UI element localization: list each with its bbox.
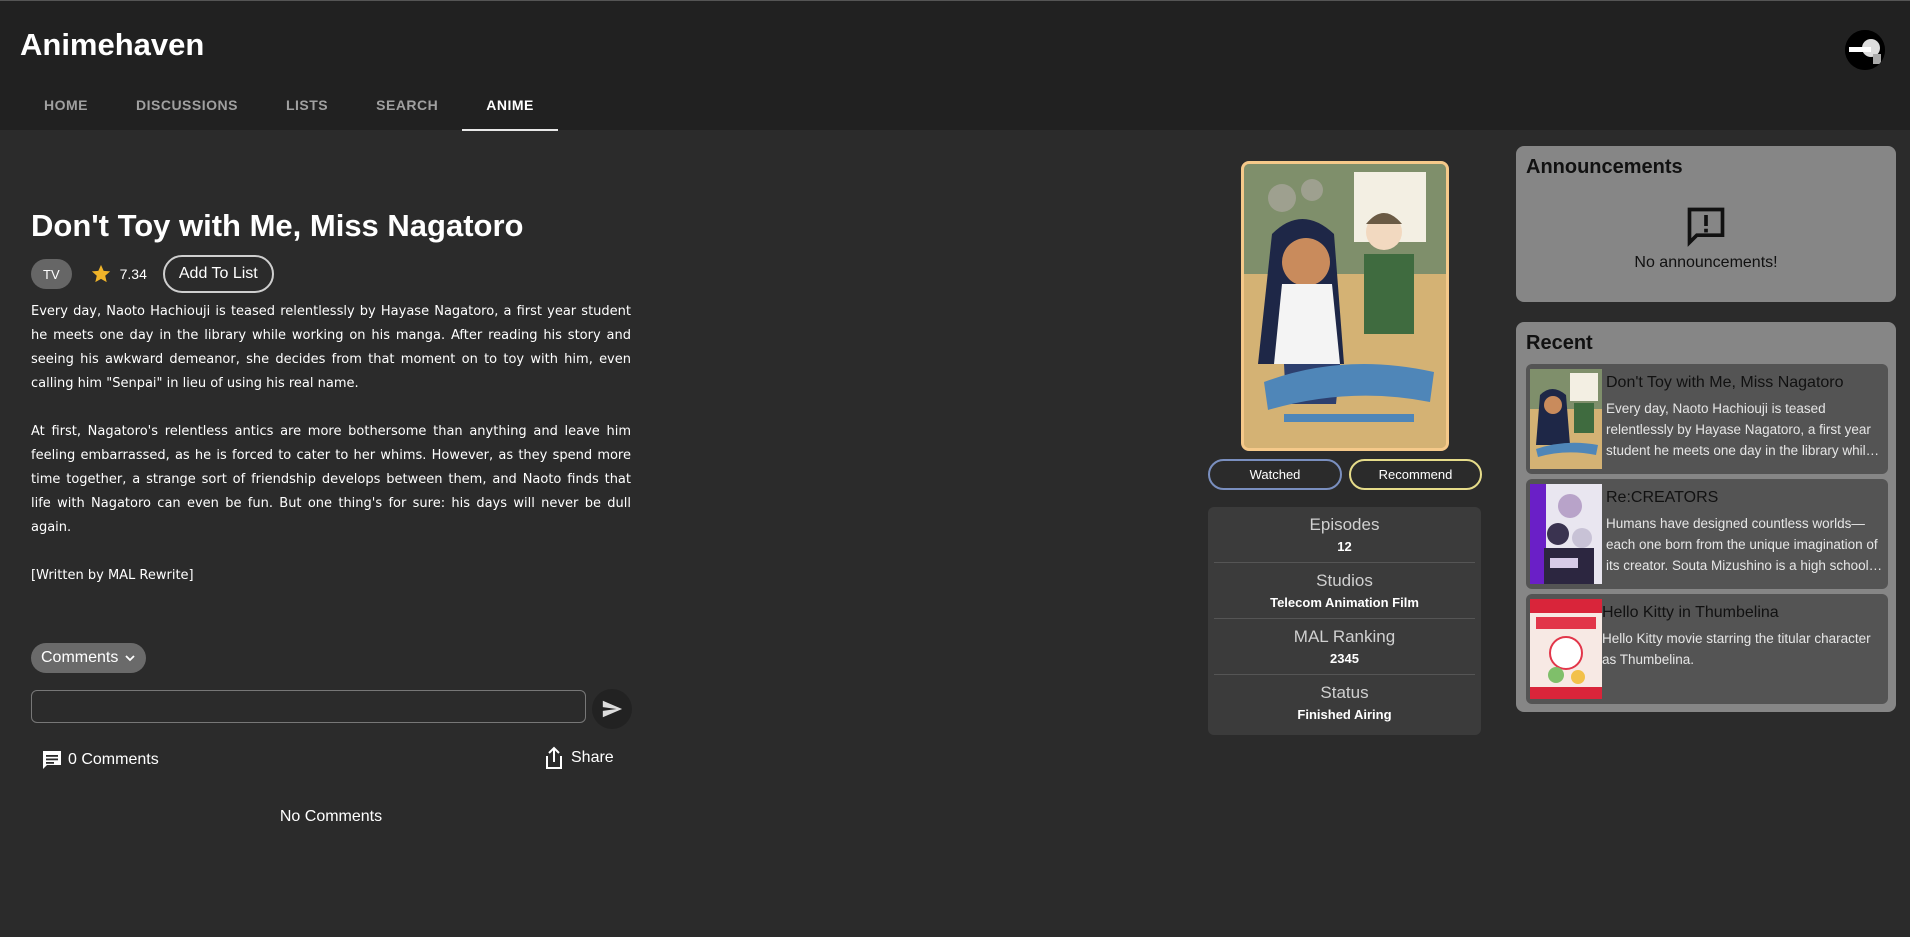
recent-thumbnail: [1530, 369, 1602, 469]
no-comments-text: No Comments: [279, 808, 383, 825]
info-mal-ranking: MAL Ranking 2345: [1214, 619, 1475, 675]
anime-title: Don't Toy with Me, Miss Nagatoro: [31, 208, 524, 243]
add-to-list-button[interactable]: Add To List: [162, 255, 274, 293]
tab-lists[interactable]: LISTS: [262, 85, 352, 131]
comment-count-label: 0 Comments: [68, 751, 159, 768]
share-icon: [546, 746, 562, 769]
info-label: MAL Ranking: [1293, 627, 1396, 646]
anime-score: 7.34: [119, 266, 147, 282]
share-label: Share: [571, 749, 614, 766]
recent-thumbnail: [1530, 599, 1602, 699]
announcements-title: Announcements: [1526, 156, 1683, 178]
info-label: Status: [1320, 683, 1369, 702]
type-badge: TV: [31, 259, 72, 289]
recent-thumbnail: [1530, 484, 1602, 584]
recent-item[interactable]: Re:CREATORS Humans have designed countle…: [1526, 479, 1888, 589]
synopsis-credit: [Written by MAL Rewrite]: [31, 568, 194, 583]
comment-count: 0 Comments: [40, 748, 159, 772]
tab-home[interactable]: HOME: [20, 85, 112, 131]
info-label: Episodes: [1309, 515, 1380, 534]
send-icon: [602, 700, 623, 718]
share-button[interactable]: Share: [543, 746, 614, 770]
info-status: Status Finished Airing: [1214, 675, 1475, 731]
tab-anime[interactable]: ANIME: [462, 85, 558, 131]
info-label: Studios: [1316, 571, 1373, 590]
no-announcements-text: No announcements!: [1634, 254, 1778, 271]
recent-card: Recent Don't Toy with Me, Miss Nagatoro …: [1516, 322, 1896, 712]
info-value: Finished Airing: [1297, 707, 1392, 722]
recent-title: Recent: [1526, 332, 1593, 354]
comment-icon: [43, 751, 61, 769]
recent-item[interactable]: Don't Toy with Me, Miss Nagatoro Every d…: [1526, 364, 1888, 474]
recent-item-description: Humans have designed countless worlds—ea…: [1606, 516, 1878, 573]
app-header: Animehaven HOME DISCUSSIONS LISTS SEARCH…: [0, 0, 1910, 131]
anime-poster: [1241, 161, 1449, 451]
info-episodes: Episodes 12: [1214, 507, 1475, 563]
anime-meta-row: TV 7.34 Add To List: [31, 255, 274, 293]
anime-info-card: Episodes 12 Studios Telecom Animation Fi…: [1208, 507, 1481, 735]
send-comment-button[interactable]: [592, 689, 632, 729]
info-value: Telecom Animation Film: [1270, 595, 1419, 610]
announcement-icon: [1687, 207, 1725, 247]
star-icon: [91, 264, 110, 283]
synopsis-paragraph: At first, Nagatoro's relentless antics a…: [31, 424, 631, 535]
chevron-down-icon: [125, 655, 135, 662]
tab-search[interactable]: SEARCH: [352, 85, 462, 131]
user-avatar[interactable]: [1845, 30, 1885, 70]
recent-item[interactable]: Hello Kitty in Thumbelina Hello Kitty mo…: [1526, 594, 1888, 704]
comment-input[interactable]: [31, 690, 586, 723]
info-value: 2345: [1330, 651, 1359, 666]
recent-item-description: Every day, Naoto Hachiouji is teased rel…: [1606, 401, 1874, 458]
announcements-card: Announcements No announcements!: [1516, 146, 1896, 302]
app-title[interactable]: Animehaven: [20, 27, 204, 63]
info-studios: Studios Telecom Animation Film: [1214, 563, 1475, 619]
comments-selector[interactable]: Comments: [31, 643, 147, 673]
recent-item-title: Re:CREATORS: [1606, 489, 1719, 506]
tab-discussions[interactable]: DISCUSSIONS: [112, 85, 262, 131]
recent-item-title: Don't Toy with Me, Miss Nagatoro: [1606, 374, 1844, 391]
recommend-button[interactable]: Recommend: [1349, 459, 1482, 490]
info-value: 12: [1337, 539, 1352, 554]
recent-item-title: Hello Kitty in Thumbelina: [1602, 604, 1779, 621]
watched-button[interactable]: Watched: [1208, 459, 1342, 490]
main-nav: HOME DISCUSSIONS LISTS SEARCH ANIME: [20, 85, 558, 131]
recent-item-description: Hello Kitty movie starring the titular c…: [1602, 631, 1871, 667]
synopsis: Every day, Naoto Hachiouji is teased rel…: [31, 300, 631, 612]
comments-selector-label: Comments: [41, 649, 119, 666]
synopsis-paragraph: Every day, Naoto Hachiouji is teased rel…: [31, 304, 631, 391]
